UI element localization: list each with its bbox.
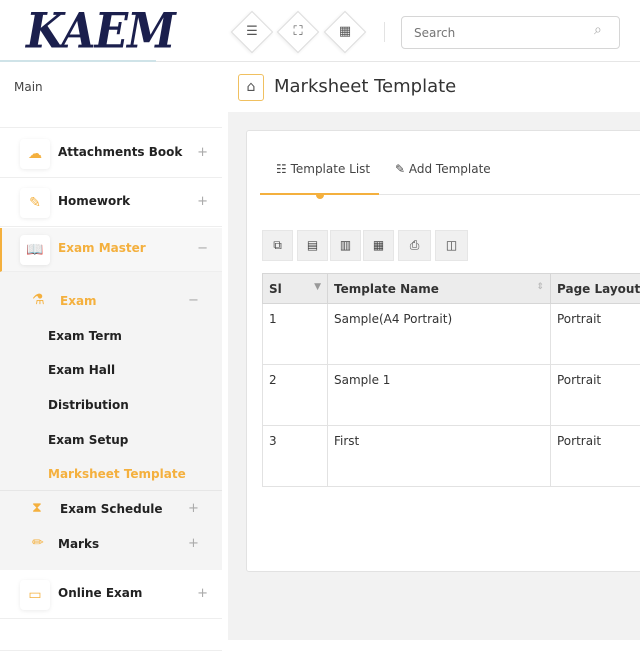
tab-label: Add Template: [409, 162, 491, 176]
sidebar-item-online-exam[interactable]: ▭ Online Exam +: [0, 572, 222, 619]
submenu-exam-hall[interactable]: Exam Hall: [48, 363, 115, 377]
fullscreen-button[interactable]: ⛶: [277, 11, 319, 53]
exam-master-submenu: ⚗ Exam − Exam Term Exam Hall Distributio…: [0, 272, 222, 570]
sidebar-section-label: Main: [14, 80, 43, 94]
excel-button[interactable]: ▤: [297, 230, 328, 261]
cell-template-name: Sample(A4 Portrait): [328, 304, 551, 365]
sidebar-item-label: Attachments Book: [58, 145, 182, 159]
columns-icon: ◫: [446, 238, 457, 252]
search-input[interactable]: [401, 16, 620, 49]
expand-icon: +: [188, 536, 199, 551]
sidebar-item-partial[interactable]: [0, 100, 222, 128]
pdf-file-icon: ▦: [373, 238, 384, 252]
tab-template-list[interactable]: ☷ Template List: [276, 162, 370, 176]
column-header-sl[interactable]: Sl ▼: [263, 274, 328, 304]
book-icon: 📖: [20, 235, 50, 265]
submenu-distribution[interactable]: Distribution: [48, 398, 129, 412]
home-icon: ⌂: [247, 79, 256, 95]
pdf-button[interactable]: ▦: [363, 230, 394, 261]
cell-page-layout: Portrait: [551, 426, 640, 487]
sidebar-item-label: Exam Master: [58, 241, 146, 255]
hourglass-icon: ⧗: [32, 500, 42, 516]
menu-toggle-button[interactable]: ☰: [231, 11, 273, 53]
sort-icon: ⇕: [536, 282, 544, 292]
logo: KAEM: [26, 3, 175, 59]
home-button[interactable]: ⌂: [238, 74, 264, 101]
submenu-exam-schedule[interactable]: Exam Schedule: [60, 502, 163, 516]
flask-icon: ⚗: [32, 292, 45, 308]
cell-template-name: Sample 1: [328, 365, 551, 426]
collapse-icon: −: [197, 241, 208, 256]
copy-icon: ⧉: [273, 238, 282, 252]
edit-icon: ✎: [395, 162, 409, 176]
fullscreen-icon: ⛶: [284, 18, 312, 46]
csv-button[interactable]: ▥: [330, 230, 361, 261]
header-label: Sl: [269, 282, 282, 296]
column-visibility-button[interactable]: ◫: [435, 230, 468, 261]
submenu-marks[interactable]: Marks: [58, 537, 99, 551]
divider: [384, 22, 385, 42]
template-table: Sl ▼ Template Name ⇕ Page Layout 1Sample(A…: [262, 273, 640, 487]
sidebar-item-homework[interactable]: ✎ Homework +: [0, 180, 222, 227]
sidebar-item-label: Homework: [58, 194, 130, 208]
sidebar-item-label: Online Exam: [58, 586, 142, 600]
grid-icon: ▦: [331, 18, 359, 46]
expand-icon: +: [197, 194, 208, 209]
sidebar-item-attachments-book[interactable]: ☁ Attachments Book +: [0, 130, 222, 178]
expand-icon: +: [197, 145, 208, 160]
tab-label: Template List: [291, 162, 371, 176]
top-header: KAEM ☰ ⛶ ▦ ⌕: [0, 0, 640, 62]
column-header-template-name[interactable]: Template Name ⇕: [328, 274, 551, 304]
cloud-upload-icon: ☁: [20, 139, 50, 169]
collapse-icon: −: [188, 293, 199, 308]
cell-page-layout: Portrait: [551, 304, 640, 365]
search-icon[interactable]: ⌕: [594, 22, 602, 38]
list-icon: ☷: [276, 162, 291, 176]
header-label: Page Layout: [557, 282, 640, 296]
table-row: 2Sample 1Portrait: [263, 365, 640, 426]
page-title: Marksheet Template: [274, 76, 456, 97]
submenu-exam-setup[interactable]: Exam Setup: [48, 433, 128, 447]
edit-icon: ✎: [20, 188, 50, 218]
cell-page-layout: Portrait: [551, 365, 640, 426]
submenu-marksheet-template[interactable]: Marksheet Template: [48, 467, 186, 481]
submenu-exam[interactable]: Exam: [60, 294, 97, 308]
divider: [0, 490, 222, 491]
apps-button[interactable]: ▦: [324, 11, 366, 53]
cell-template-name: First: [328, 426, 551, 487]
cell-sl: 3: [263, 426, 328, 487]
print-icon: ⎙: [410, 238, 420, 252]
submenu-exam-term[interactable]: Exam Term: [48, 329, 122, 343]
hamburger-icon: ☰: [238, 18, 266, 46]
monitor-icon: ▭: [20, 580, 50, 610]
excel-file-icon: ▤: [307, 238, 318, 252]
table-row: 3FirstPortrait: [263, 426, 640, 487]
header-label: Template Name: [334, 282, 439, 296]
sort-desc-icon: ▼: [314, 282, 321, 292]
marker-icon: ✏: [32, 535, 44, 551]
copy-button[interactable]: ⧉: [262, 230, 293, 261]
tab-add-template[interactable]: ✎ Add Template: [395, 162, 491, 176]
csv-file-icon: ▥: [340, 238, 351, 252]
cell-sl: 2: [263, 365, 328, 426]
sidebar-item-partial[interactable]: [0, 621, 222, 651]
sidebar-item-exam-master[interactable]: 📖 Exam Master −: [0, 228, 222, 272]
print-button[interactable]: ⎙: [398, 230, 431, 261]
expand-icon: +: [197, 586, 208, 601]
cell-sl: 1: [263, 304, 328, 365]
expand-icon: +: [188, 501, 199, 516]
column-header-page-layout[interactable]: Page Layout: [551, 274, 640, 304]
table-row: 1Sample(A4 Portrait)Portrait: [263, 304, 640, 365]
